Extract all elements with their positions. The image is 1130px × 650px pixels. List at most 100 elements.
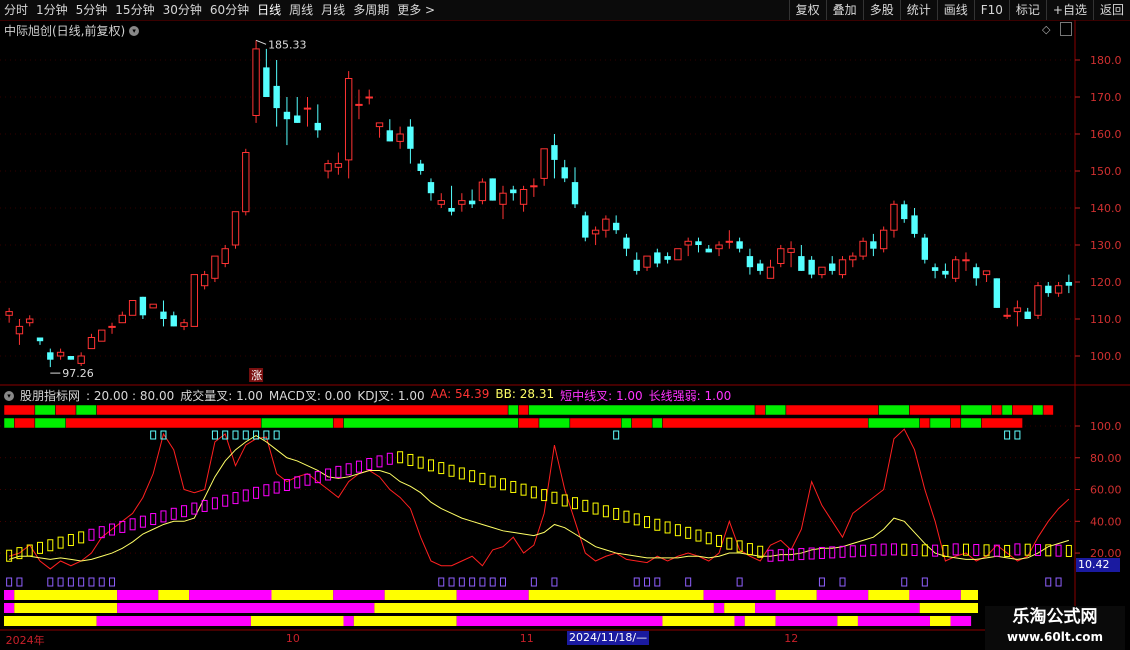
indicator-box-marker [705, 532, 712, 545]
candle-body-up [108, 325, 116, 328]
candle-body-up [766, 266, 775, 279]
state-bar-segment [518, 404, 529, 416]
candle-body-up [5, 311, 13, 316]
indicator-box-marker [325, 468, 332, 481]
trend-strip-segment [929, 616, 951, 626]
bottom-signal-marker [499, 577, 506, 587]
indicator-box-marker [150, 513, 157, 526]
top-signal-marker [232, 430, 239, 440]
candle-body-down [623, 237, 630, 249]
indicator-box-marker [499, 478, 506, 491]
bottom-signal-marker [685, 577, 692, 587]
state-bar-segment [55, 404, 77, 416]
date-axis: 2024年1011121 [0, 630, 1073, 650]
indicator-box-marker [181, 505, 188, 518]
trend-strip-segment [909, 590, 961, 600]
candle-body-up [1013, 307, 1022, 313]
candle-body-down [283, 111, 291, 120]
candle-body-down [468, 200, 476, 205]
bottom-signal-marker [479, 577, 486, 587]
bottom-signal-marker [818, 577, 825, 587]
bottom-signal-marker [109, 577, 116, 587]
candle-body-up [787, 248, 795, 253]
state-bar-segment [754, 404, 766, 416]
indicator-box-marker [561, 494, 568, 507]
bottom-signal-marker [67, 577, 74, 587]
bottom-signal-marker [489, 577, 496, 587]
low-price-label: 97.26 [62, 367, 94, 380]
bottom-signal-marker [16, 577, 23, 587]
indicator-box-marker [397, 451, 404, 464]
bottom-signal-marker [530, 577, 537, 587]
candle-body-down [160, 311, 167, 319]
indicator-box-marker [901, 543, 908, 556]
candle-body-down [633, 259, 640, 271]
indicator-box-marker [211, 497, 218, 510]
trend-strip-segment [703, 590, 776, 600]
state-bar-segment [909, 404, 962, 416]
trend-strip-segment [4, 616, 97, 626]
indicator-axis-label: 40.00 [1090, 515, 1122, 528]
candle-body-down [139, 296, 147, 316]
trend-strip-segment [117, 603, 375, 613]
high-marker [255, 39, 267, 45]
bottom-signal-marker [654, 577, 661, 587]
trend-strip-segment [744, 616, 776, 626]
candle-body-up [98, 329, 106, 342]
state-bar-segment [950, 417, 962, 429]
trend-strip-segment [271, 590, 334, 600]
candle-body-up [15, 325, 24, 335]
bottom-signal-marker [47, 577, 54, 587]
indicator-box-marker [860, 544, 867, 557]
bottom-signal-marker [633, 577, 640, 587]
bottom-signal-marker [1055, 577, 1062, 587]
candle-body-down [798, 256, 805, 271]
state-bar-segment [991, 404, 1003, 416]
indicator-values: 成交量叉: 1.00 MACD叉: 0.00 KDJ叉: 1.00 AA: 54.39… [180, 387, 731, 404]
candle-body-up [56, 351, 65, 357]
indicator-params: : 20.00 : 80.00 [86, 388, 175, 403]
state-bar-segment [1032, 404, 1044, 416]
top-signal-marker [613, 430, 620, 440]
aa-line [8, 428, 1070, 570]
indicator-box-marker [716, 534, 723, 547]
price-axis-label: 160.0 [1090, 128, 1122, 141]
indicator-name[interactable]: 股朋指标网 [20, 387, 80, 404]
indicator-item-6: 长线强弱: 1.00 [648, 389, 732, 403]
indicator-box-marker [911, 544, 918, 557]
bottom-signal-marker [901, 577, 908, 587]
indicator-box-marker [973, 544, 980, 557]
candle-body-up [859, 240, 867, 257]
candle-body-down [47, 352, 54, 360]
chevron-down-icon[interactable]: ▾ [4, 390, 14, 401]
bottom-signal-marker [98, 577, 105, 587]
watermark: 乐淘公式网 www.60lt.com [985, 606, 1125, 650]
bb-line [8, 434, 1070, 562]
bottom-signal-marker [1045, 577, 1052, 587]
trend-strip-segment [816, 590, 869, 600]
state-bar-segment [651, 417, 663, 429]
indicator-box-marker [47, 539, 54, 552]
candle-body-up [777, 248, 785, 264]
indicator-title-row: ▾ 股朋指标网 : 20.00 : 80.00 成交量叉: 1.00 MACD叉:… [4, 387, 731, 404]
candle-body-up [87, 337, 96, 350]
trend-strip-segment [960, 590, 978, 600]
trend-strip-segment [384, 590, 457, 600]
indicator-box-marker [582, 499, 589, 512]
candle-body-up [375, 122, 384, 128]
current-value-badge: 10.42 [1076, 558, 1120, 572]
price-axis-label: 180.0 [1090, 54, 1122, 67]
top-signal-marker [242, 430, 249, 440]
indicator-box-marker [294, 476, 301, 489]
state-bar-segment [75, 404, 97, 416]
top-signal-marker [211, 430, 218, 440]
high-price-label: 185.33 [268, 38, 307, 51]
indicator-box-marker [376, 455, 383, 468]
candle-body-up [591, 229, 600, 235]
candle-body-down [612, 222, 620, 231]
indicator-box-marker [253, 486, 260, 499]
state-bar-segment [569, 417, 622, 429]
kline-chart[interactable]: 180.0 170.0 160.0 150.0 140.0 130.0 120.0 110.0… [0, 0, 1130, 650]
bottom-signal-marker [644, 577, 651, 587]
trend-strip-segment [4, 603, 15, 613]
